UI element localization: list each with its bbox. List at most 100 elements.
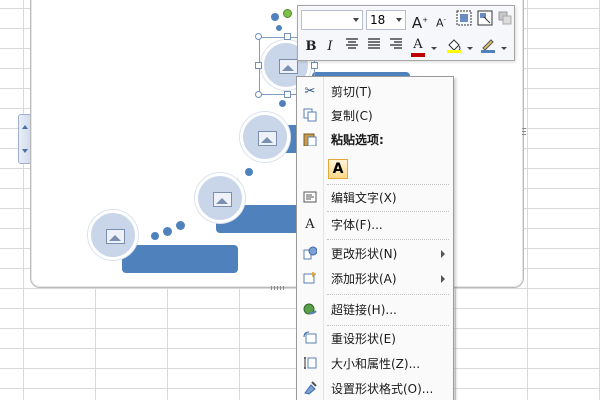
align-justify-icon: [368, 38, 380, 49]
resize-handle-top-left[interactable]: [255, 33, 262, 40]
selection-pane-icon: [477, 10, 493, 26]
change-shape-icon: [302, 246, 318, 262]
pen-icon: [481, 39, 495, 53]
menu-item-label: 编辑文字(X): [331, 191, 397, 205]
paint-bucket-icon: [447, 39, 461, 53]
menu-item-label: 重设形状(E): [331, 332, 396, 346]
group-icon: [456, 10, 472, 26]
picture-placeholder-3[interactable]: [240, 112, 290, 162]
menu-item-label: 更改形状(N): [331, 247, 398, 261]
menu-separator: [327, 184, 449, 185]
menu-item-label: 大小和属性(Z)...: [331, 357, 421, 371]
context-menu: ✂ 剪切(T) 复制(C) 粘贴选项: A 编辑文字(X) A 字体(F)...…: [296, 76, 454, 400]
menu-item-label: 添加形状(A): [331, 272, 397, 286]
bold-button[interactable]: B: [301, 37, 321, 57]
resize-grip-right[interactable]: [522, 128, 526, 137]
italic-button[interactable]: I: [320, 37, 340, 57]
submenu-arrow-icon: [441, 275, 445, 283]
paste-icon: [302, 132, 318, 148]
font-icon: A: [305, 217, 315, 232]
menu-item-change-shape[interactable]: 更改形状(N): [297, 242, 453, 266]
format-shape-icon: [302, 381, 318, 397]
chevron-down-icon[interactable]: [467, 47, 473, 50]
menu-item-label: 字体(F)...: [331, 218, 383, 232]
chevron-up-icon: [22, 125, 28, 129]
connector-dot: [163, 227, 172, 236]
menu-separator: [327, 325, 449, 326]
resize-handle-right[interactable]: [311, 62, 318, 69]
resize-handle-left[interactable]: [255, 62, 262, 69]
picture-icon: [213, 192, 232, 207]
picture-icon: [106, 229, 125, 244]
menu-item-add-shape[interactable]: 添加形状(A): [297, 267, 453, 291]
bring-forward-button[interactable]: [495, 10, 515, 30]
copy-icon: [302, 108, 318, 124]
align-right-icon: [390, 38, 402, 49]
add-shape-icon: [302, 271, 318, 287]
menu-item-label: 设置形状格式(O)...: [331, 382, 434, 396]
connector-dot: [176, 221, 185, 230]
menu-separator: [327, 294, 449, 295]
chevron-down-icon: [396, 18, 402, 22]
connector-dot: [271, 13, 279, 21]
menu-item-paste-options: 粘贴选项:: [297, 128, 453, 152]
font-color-icon: A: [413, 37, 423, 52]
menu-separator: [327, 239, 449, 240]
menu-item-font[interactable]: A 字体(F)...: [297, 213, 453, 237]
smartart-bar-1[interactable]: [122, 245, 238, 273]
align-center-button[interactable]: [342, 37, 362, 57]
shrink-font-icon: A: [435, 16, 444, 30]
grow-font-button[interactable]: A+: [410, 10, 430, 32]
resize-handle-bottom-left[interactable]: [255, 91, 262, 98]
chevron-down-icon: [22, 149, 28, 153]
line-color-button[interactable]: [478, 37, 498, 57]
edit-text-icon: [302, 190, 318, 206]
chevron-down-icon: [353, 18, 359, 22]
menu-item-label: 剪切(T): [331, 85, 372, 99]
resize-handle-top[interactable]: [284, 33, 291, 40]
shrink-font-button[interactable]: A-: [431, 10, 451, 30]
font-color-button[interactable]: A: [408, 35, 428, 55]
resize-grip-bottom[interactable]: [271, 286, 285, 290]
font-size-select[interactable]: 18: [366, 10, 406, 30]
picture-icon: [258, 131, 277, 146]
paste-keep-text-only-button[interactable]: A: [328, 159, 348, 179]
font-name-select[interactable]: [301, 10, 363, 30]
mini-toolbar: 18 A+ A- B I A: [297, 5, 515, 61]
reset-shape-icon: [302, 331, 318, 347]
hyperlink-icon: [302, 302, 318, 318]
connector-dot: [245, 168, 253, 176]
submenu-arrow-icon: [441, 250, 445, 258]
scissors-icon: ✂: [304, 84, 316, 99]
menu-item-label: 超链接(H)...: [331, 303, 397, 317]
connector-dot: [151, 232, 159, 240]
menu-item-cut[interactable]: ✂ 剪切(T): [297, 80, 453, 104]
menu-item-label: 复制(C): [331, 109, 373, 123]
fill-color-button[interactable]: [444, 37, 464, 57]
chevron-down-icon[interactable]: [431, 47, 437, 50]
grow-font-icon: A: [411, 14, 423, 32]
menu-item-copy[interactable]: 复制(C): [297, 104, 453, 128]
menu-item-label: 粘贴选项:: [331, 133, 384, 147]
font-size-value: 18: [370, 13, 386, 27]
bring-forward-icon: [498, 11, 512, 25]
group-button[interactable]: [454, 10, 474, 30]
menu-item-hyperlink[interactable]: 超链接(H)...: [297, 298, 453, 322]
connector-dot: [279, 100, 286, 107]
resize-handle-bottom[interactable]: [284, 91, 291, 98]
rotate-handle[interactable]: [283, 9, 292, 18]
chevron-down-icon[interactable]: [501, 47, 507, 50]
align-center-icon: [346, 38, 358, 49]
menu-item-format-shape[interactable]: 设置形状格式(O)...: [297, 377, 453, 400]
select-pane-button[interactable]: [475, 10, 495, 30]
picture-placeholder-2[interactable]: [195, 173, 245, 223]
align-justify-button[interactable]: [364, 37, 384, 57]
menu-item-reset-shape[interactable]: 重设形状(E): [297, 327, 453, 351]
picture-placeholder-1[interactable]: [88, 210, 138, 260]
connector-dot: [276, 25, 282, 31]
menu-item-edit-text[interactable]: 编辑文字(X): [297, 186, 453, 210]
size-properties-icon: [302, 356, 318, 372]
align-right-button[interactable]: [386, 37, 406, 57]
menu-item-size-properties[interactable]: 大小和属性(Z)...: [297, 352, 453, 376]
font-color-swatch: [411, 53, 425, 57]
